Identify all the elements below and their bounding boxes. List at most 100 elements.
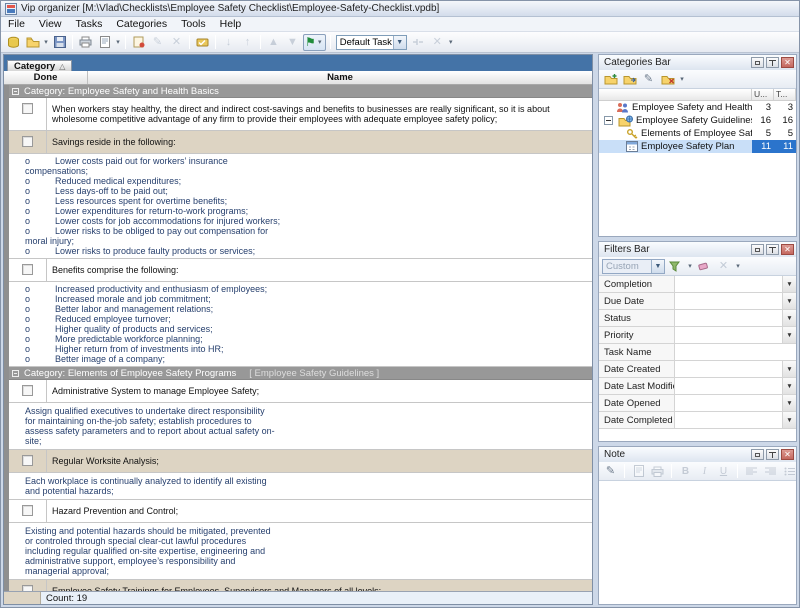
category-section-row[interactable]: Category: Employee Safety and Health Bas… [4, 85, 592, 98]
filter-dropdown-button[interactable]: ▼ [782, 361, 796, 377]
toolbar-overflow-caret[interactable]: ▾ [447, 38, 455, 46]
align-left-button[interactable] [743, 463, 760, 479]
column-header-name[interactable]: Name [88, 71, 592, 84]
panel-pin-button[interactable] [766, 244, 779, 255]
filter-value-cell[interactable] [675, 344, 796, 360]
open-dropdown-caret[interactable]: ▾ [42, 38, 50, 46]
open-database-button[interactable] [23, 33, 42, 51]
combobox-caret[interactable]: ▼ [651, 260, 664, 273]
insert-note-button[interactable] [630, 463, 647, 479]
collapse-icon[interactable] [12, 88, 19, 95]
menu-help[interactable]: Help [213, 18, 249, 30]
column-header-done[interactable]: Done [4, 71, 88, 84]
panel-maximize-button[interactable] [751, 57, 764, 68]
filter-dropdown-button[interactable]: ▼ [782, 293, 796, 309]
task-checkbox[interactable] [22, 505, 33, 516]
collapse-icon[interactable] [12, 370, 19, 377]
complete-task-button[interactable] [193, 33, 212, 51]
new-category-button[interactable] [602, 71, 619, 87]
filter-value-cell[interactable] [675, 412, 782, 428]
tree-collapse-box[interactable] [604, 116, 613, 125]
task-row[interactable]: Employee Safety Trainings for Employees,… [9, 580, 592, 591]
combobox-caret[interactable]: ▼ [393, 36, 406, 49]
filter-apply-caret[interactable]: ▾ [686, 262, 694, 270]
tree-header-name-column[interactable] [599, 89, 752, 100]
filter-dropdown-button[interactable]: ▼ [782, 327, 796, 343]
panel-close-button[interactable]: ✕ [781, 57, 794, 68]
collapse-all-button[interactable]: ▲ [264, 33, 283, 51]
print-overflow-caret[interactable]: ▾ [114, 38, 122, 46]
filter-value-cell[interactable] [675, 378, 782, 394]
task-row[interactable]: Savings reside in the following: [9, 131, 592, 154]
edit-task-button[interactable]: ✎ [148, 33, 167, 51]
align-right-button[interactable] [762, 463, 779, 479]
edit-category-button[interactable]: ✎ [640, 71, 657, 87]
filter-dropdown-button[interactable]: ▼ [782, 310, 796, 326]
new-database-button[interactable] [4, 33, 23, 51]
task-row[interactable]: Administrative System to manage Employee… [9, 380, 592, 403]
panel-close-button[interactable]: ✕ [781, 449, 794, 460]
tree-row[interactable]: Employee Safety Guidelines 16 16 [599, 114, 796, 127]
task-note[interactable]: Existing and potential hazards should be… [9, 523, 592, 580]
filter-value-cell[interactable] [675, 327, 782, 343]
tree-row[interactable]: Elements of Employee Safety Programs 5 5 [599, 127, 796, 140]
task-row[interactable]: Hazard Prevention and Control; [9, 500, 592, 523]
category-section-row[interactable]: Category: Elements of Employee Safety Pr… [4, 367, 592, 380]
print-button[interactable] [76, 33, 95, 51]
move-down-button[interactable]: ↓ [219, 33, 238, 51]
filter-value-cell[interactable] [675, 310, 782, 326]
menu-view[interactable]: View [32, 18, 69, 30]
task-checkbox[interactable] [22, 103, 33, 114]
task-note[interactable]: Assign qualified executives to undertake… [9, 403, 592, 450]
panel-maximize-button[interactable] [751, 449, 764, 460]
apply-filter-button[interactable] [667, 258, 684, 274]
filter-value-cell[interactable] [675, 293, 782, 309]
menu-categories[interactable]: Categories [109, 18, 174, 30]
menu-tasks[interactable]: Tasks [69, 18, 110, 30]
filter-dropdown-button[interactable]: ▼ [782, 378, 796, 394]
task-row[interactable]: When workers stay healthy, the direct an… [9, 98, 592, 131]
cancel-button[interactable]: ✕ [428, 33, 447, 51]
panel-pin-button[interactable] [766, 57, 779, 68]
delete-filter-button[interactable]: ✕ [715, 258, 732, 274]
filter-value-cell[interactable] [675, 395, 782, 411]
new-task-button[interactable] [129, 33, 148, 51]
task-checkbox[interactable] [22, 455, 33, 466]
filter-dropdown-button[interactable]: ▼ [782, 395, 796, 411]
edit-note-button[interactable]: ✎ [602, 463, 619, 479]
highlight-flag-button[interactable]: ⚑ ▾ [303, 34, 326, 51]
move-up-button[interactable]: ↑ [238, 33, 257, 51]
categories-toolbar-overflow-caret[interactable]: ▾ [678, 75, 686, 83]
save-database-button[interactable] [50, 33, 69, 51]
filter-value-cell[interactable] [675, 276, 782, 292]
note-text-area[interactable] [599, 481, 796, 604]
panel-pin-button[interactable] [766, 449, 779, 460]
italic-button[interactable]: I [696, 463, 713, 479]
filter-dropdown-button[interactable]: ▼ [782, 412, 796, 428]
filter-dropdown-button[interactable]: ▼ [782, 276, 796, 292]
tree-row-selected[interactable]: Employee Safety Plan 11 11 [599, 140, 796, 153]
tree-header-total-column[interactable]: T... [774, 89, 796, 100]
task-checkbox[interactable] [22, 264, 33, 275]
apply-template-button[interactable] [409, 33, 428, 51]
task-checkbox[interactable] [22, 136, 33, 147]
filter-value-cell[interactable] [675, 361, 782, 377]
task-note-bullets[interactable]: oIncreased productivity and enthusiasm o… [9, 282, 592, 367]
panel-maximize-button[interactable] [751, 244, 764, 255]
filters-toolbar-overflow-caret[interactable]: ▾ [734, 262, 742, 270]
filter-preset-combobox[interactable]: Custom ▼ [602, 259, 665, 274]
tree-header-uncompleted-column[interactable]: U... [752, 89, 774, 100]
task-note-bullets[interactable]: oLower costs paid out for workers’ insur… [9, 154, 592, 259]
flag-dropdown-caret[interactable]: ▾ [316, 38, 324, 46]
panel-close-button[interactable]: ✕ [781, 244, 794, 255]
task-checkbox[interactable] [22, 385, 33, 396]
tree-row[interactable]: Employee Safety and Health Basics 3 3 [599, 101, 796, 114]
new-subcategory-button[interactable] [621, 71, 638, 87]
underline-button[interactable]: U [715, 463, 732, 479]
expand-all-button[interactable]: ▼ [283, 33, 302, 51]
print-preview-button[interactable] [95, 33, 114, 51]
task-row[interactable]: Benefits comprise the following: [9, 259, 592, 282]
task-note[interactable]: Each workplace is continually analyzed t… [9, 473, 592, 500]
bullet-list-button[interactable] [781, 463, 797, 479]
delete-task-button[interactable]: ✕ [167, 33, 186, 51]
